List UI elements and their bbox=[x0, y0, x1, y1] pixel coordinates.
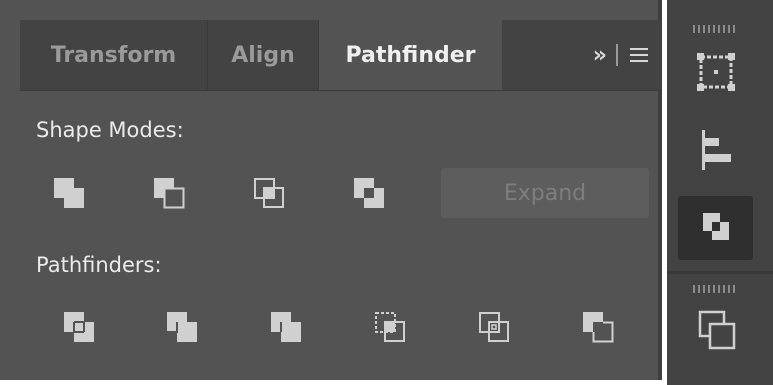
tab-separator bbox=[616, 44, 618, 66]
tab-align[interactable]: Align bbox=[208, 20, 319, 90]
divide-icon[interactable] bbox=[62, 310, 96, 344]
trim-icon[interactable] bbox=[165, 310, 199, 344]
panel-dock bbox=[667, 0, 773, 385]
layers-panel-icon[interactable] bbox=[678, 300, 753, 364]
overflow-tabs-button[interactable]: » bbox=[593, 43, 607, 68]
transform-panel-icon[interactable] bbox=[678, 40, 753, 104]
dock-grip-bottom[interactable] bbox=[693, 285, 737, 293]
tab-pathfinder[interactable]: Pathfinder bbox=[319, 20, 502, 90]
merge-icon[interactable] bbox=[269, 310, 303, 344]
hamburger-menu-icon[interactable] bbox=[630, 48, 648, 62]
pathfinders-label: Pathfinders: bbox=[36, 253, 162, 277]
canvas-edge bbox=[0, 380, 662, 385]
tab-bar: Transform Align Pathfinder » bbox=[20, 20, 662, 91]
expand-button[interactable]: Expand bbox=[441, 168, 649, 218]
pathfinder-panel-icon[interactable] bbox=[678, 196, 753, 260]
crop-icon[interactable] bbox=[373, 310, 407, 344]
unite-icon[interactable] bbox=[52, 176, 86, 210]
shape-modes-label: Shape Modes: bbox=[36, 118, 184, 142]
minus-back-icon[interactable] bbox=[581, 310, 615, 344]
exclude-icon[interactable] bbox=[352, 176, 386, 210]
align-panel-icon[interactable] bbox=[678, 118, 753, 182]
tab-controls: » bbox=[593, 20, 648, 90]
tab-transform[interactable]: Transform bbox=[20, 20, 208, 90]
minus-front-icon[interactable] bbox=[152, 176, 186, 210]
dock-divider bbox=[667, 271, 773, 274]
intersect-icon[interactable] bbox=[252, 176, 286, 210]
dock-grip-top[interactable] bbox=[693, 25, 737, 33]
pathfinder-panel: Transform Align Pathfinder » Shape Modes… bbox=[0, 0, 662, 380]
outline-icon[interactable] bbox=[477, 310, 511, 344]
